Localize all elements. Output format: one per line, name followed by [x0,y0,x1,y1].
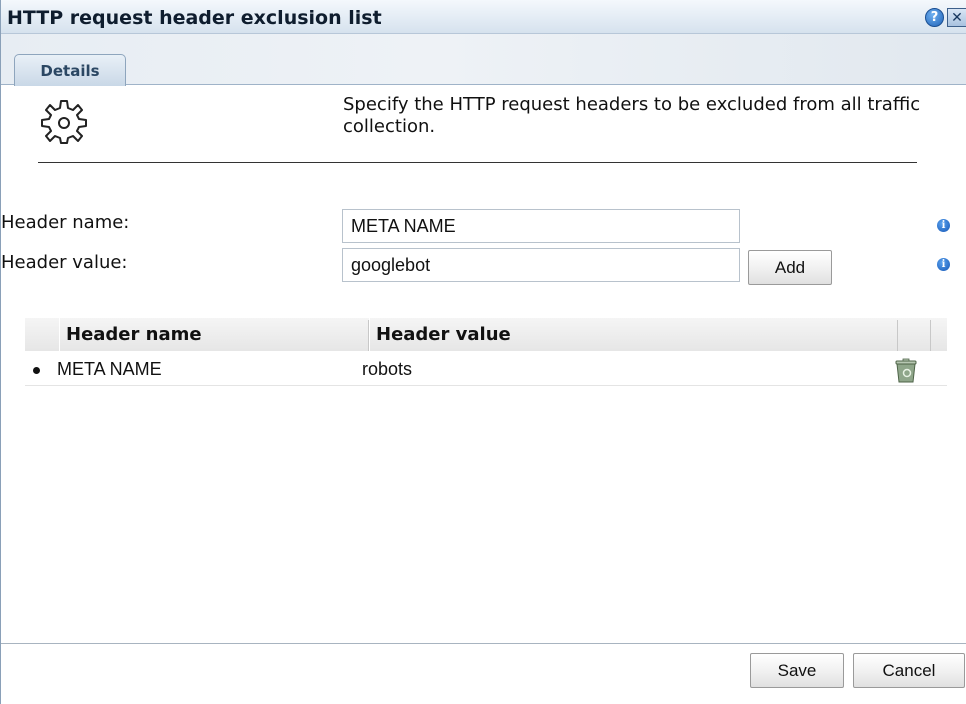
dialog: HTTP request header exclusion list ? ✕ D… [0,0,966,704]
gear-icon [41,100,87,144]
row-header-name: META NAME [57,359,162,379]
header-name-input[interactable] [342,209,740,243]
row-header-value: robots [362,359,413,379]
column-divider [897,320,898,351]
header-value-input[interactable] [342,248,740,282]
trash-icon[interactable] [894,358,918,384]
close-icon[interactable]: ✕ [947,8,966,27]
column-divider [930,320,931,351]
dialog-title: HTTP request header exclusion list [7,7,382,29]
info-icon[interactable]: i [937,219,950,232]
section-divider [38,162,917,163]
header-value-label: Header value: [1,252,128,273]
footer-divider [1,643,966,644]
header-name-label: Header name: [1,212,130,233]
add-button[interactable]: Add [748,250,832,285]
tab-bar: Details [1,34,966,86]
cancel-button[interactable]: Cancel [853,653,965,688]
save-button[interactable]: Save [750,653,844,688]
info-icon[interactable]: i [937,258,950,271]
title-bar: HTTP request header exclusion list ? ✕ [1,0,966,34]
bullet-icon [33,367,40,374]
help-icon[interactable]: ? [925,8,944,27]
tab-details[interactable]: Details [14,54,126,86]
column-header-value[interactable]: Header value [369,318,897,351]
intro-description: Specify the HTTP request headers to be e… [343,94,921,137]
table-row[interactable]: META NAME robots [25,354,947,386]
table-header: Header name Header value [25,318,947,351]
column-header-name[interactable]: Header name [59,318,369,351]
